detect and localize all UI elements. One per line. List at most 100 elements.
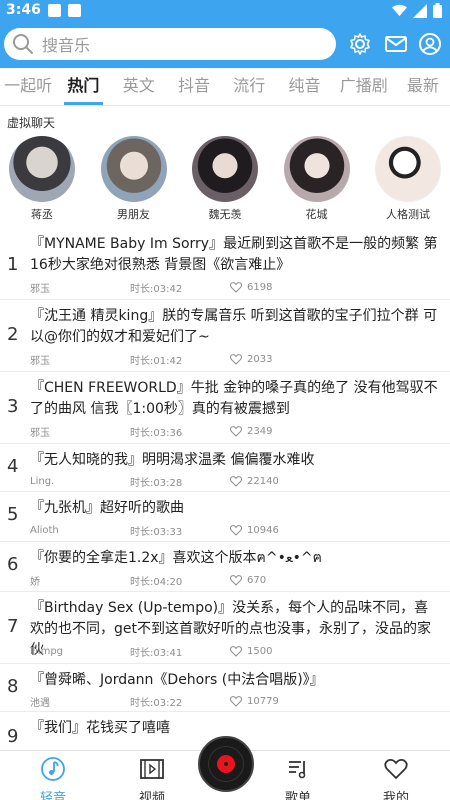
settings-gear-icon[interactable] [348, 32, 372, 56]
tab-remen[interactable]: 热门 [56, 68, 110, 105]
music-note-icon [41, 757, 65, 781]
character-name: 花城 [305, 208, 328, 221]
like-count: 10946 [247, 525, 279, 536]
song-list: 1 『MYNAME Baby Im Sorry』最近刷到这首歌不是一般的频繁 第… [0, 228, 450, 750]
heart-icon[interactable] [230, 426, 242, 437]
virtual-chat-title: 虚拟聊天 [7, 116, 56, 130]
wifi-icon [392, 4, 407, 16]
app-header: 搜音乐 [0, 22, 450, 68]
avatar [192, 136, 258, 202]
song-author: 邪玉 [30, 284, 50, 295]
tab-douyin[interactable]: 抖音 [167, 68, 221, 105]
song-meta: 邪玉 时长:03:36 2349 [30, 424, 442, 439]
song-duration: 时长:03:42 [130, 284, 183, 295]
nav-qingyin[interactable]: 轻音 [23, 757, 83, 800]
heart-icon[interactable] [230, 354, 242, 365]
song-author: 邪玉 [30, 356, 50, 367]
song-author: Filmpg [30, 646, 64, 657]
heart-icon[interactable] [230, 282, 242, 293]
song-meta: 邪玉 时长:03:42 6198 [30, 280, 442, 295]
tab-zuixin[interactable]: 最新 [396, 68, 450, 105]
song-duration: 时长:03:28 [130, 478, 183, 489]
song-duration: 时长:03:41 [130, 648, 183, 659]
character-name: 男朋友 [117, 208, 150, 221]
rank-number: 4 [7, 456, 19, 477]
nav-shipin[interactable]: 视频 [122, 757, 182, 800]
song-title: 『无人知晓的我』明明渴求温柔 偏偏覆水难收 [30, 452, 315, 468]
song-meta: 邪玉 时长:01:42 2033 [30, 352, 442, 367]
rank-number: 6 [7, 554, 19, 575]
heart-icon [384, 759, 408, 780]
song-duration: 时长:03:33 [130, 527, 183, 538]
song-meta: Alioth 时长:03:33 10946 [30, 523, 442, 538]
song-title: 『MYNAME Baby Im Sorry』最近刷到这首歌不是一般的频繁 第16… [30, 236, 438, 273]
song-title: 『我们』花钱买了嘻嘻 [30, 720, 170, 736]
tab-guangboju[interactable]: 广播剧 [333, 68, 395, 105]
category-tabs: 一起听 热门 英文 抖音 流行 纯音 广播剧 最新 [0, 68, 450, 106]
character-huacheng[interactable]: 花城 [283, 136, 351, 226]
like-count: 6198 [247, 282, 273, 293]
heart-icon[interactable] [230, 696, 242, 707]
rank-number: 9 [7, 726, 19, 747]
now-playing-disc[interactable] [198, 736, 254, 792]
heart-icon[interactable] [230, 476, 242, 487]
search-placeholder: 搜音乐 [42, 36, 91, 55]
song-meta: Ling. 时长:03:28 22140 [30, 474, 442, 489]
virtual-chat-characters: 蒋丞 男朋友 魏无羡 花城 人格测试 [0, 136, 450, 226]
song-meta: 池遇 时长:03:22 10779 [30, 694, 442, 709]
tab-liuxing[interactable]: 流行 [222, 68, 276, 105]
notification-a-icon [48, 4, 61, 17]
heart-icon[interactable] [230, 525, 242, 536]
tab-yingwen[interactable]: 英文 [112, 68, 166, 105]
status-bar: 3:46 [0, 0, 450, 22]
heart-icon[interactable] [230, 646, 242, 657]
song-title: 『CHEN FREEWORLD』牛批 金钟的嗓子真的绝了 没有他驾驭不了的曲风 … [30, 380, 438, 417]
rank-number: 7 [7, 616, 19, 637]
avatar [9, 136, 75, 202]
song-row[interactable]: 5 『九张机』超好听的歌曲 Alioth 时长:03:33 10946 [0, 492, 450, 542]
song-author: Alioth [30, 525, 59, 536]
avatar [100, 136, 167, 202]
signal-icon [413, 3, 427, 18]
song-duration: 时长:03:36 [130, 428, 183, 439]
mail-icon[interactable] [384, 32, 408, 56]
song-row[interactable]: 8 『曾舜晞、Jordann《Dehors (中法合唱版)》』 池遇 时长:03… [0, 664, 450, 712]
heart-icon[interactable] [230, 575, 242, 586]
tab-chunyin[interactable]: 纯音 [277, 68, 331, 105]
rank-number: 5 [7, 504, 19, 525]
playlist-icon [289, 761, 306, 779]
like-count: 2033 [247, 354, 273, 365]
like-count: 2349 [247, 426, 273, 437]
song-duration: 时长:03:22 [130, 698, 183, 709]
song-row[interactable]: 4 『无人知晓的我』明明渴求温柔 偏偏覆水难收 Ling. 时长:03:28 2… [0, 444, 450, 492]
character-name: 魏无羡 [208, 208, 242, 221]
song-row[interactable]: 3 『CHEN FREEWORLD』牛批 金钟的嗓子真的绝了 没有他驾驭不了的曲… [0, 372, 450, 444]
tab-yiqiting[interactable]: 一起听 [1, 68, 55, 105]
character-personality-test[interactable]: 人格测试 [374, 136, 442, 226]
song-row[interactable]: 1 『MYNAME Baby Im Sorry』最近刷到这首歌不是一般的频繁 第… [0, 228, 450, 300]
user-profile-icon[interactable] [418, 32, 442, 56]
nav-wode[interactable]: 我的 [366, 757, 426, 800]
rank-number: 8 [7, 676, 19, 697]
song-row[interactable]: 2 『沈王通 精灵king』朕的专属音乐 听到这首歌的宝子们拉个群 可以@你们的… [0, 300, 450, 372]
song-author: 娇 [30, 577, 40, 588]
character-jiangcheng[interactable]: 蒋丞 [8, 136, 76, 226]
song-duration: 时长:01:42 [130, 356, 183, 367]
search-icon [13, 34, 33, 54]
nav-gedan[interactable]: 歌单 [268, 757, 328, 800]
character-boyfriend[interactable]: 男朋友 [100, 136, 168, 226]
avatar [283, 136, 350, 202]
song-meta: 娇 时长:04:20 670 [30, 573, 442, 588]
song-row[interactable]: 6 『你要的全拿走1.2x』喜欢这个版本ฅ^•ﻌ•^ฅ 娇 时长:04:20 6… [0, 542, 450, 592]
disc-spindle [224, 762, 228, 766]
avatar [375, 136, 441, 202]
nav-label: 视频 [138, 791, 165, 800]
nav-label: 我的 [382, 791, 409, 800]
status-indicators [392, 3, 442, 18]
search-bar[interactable]: 搜音乐 [4, 28, 336, 60]
character-weiwuxian[interactable]: 魏无羡 [191, 136, 259, 226]
song-row[interactable]: 7 『Birthday Sex (Up-tempo)』没关系，每个人的品味不同，… [0, 592, 450, 664]
film-icon [140, 759, 164, 779]
song-title: 『你要的全拿走1.2x』喜欢这个版本ฅ^•ﻌ•^ฅ [30, 550, 323, 566]
like-count: 10779 [247, 696, 279, 707]
